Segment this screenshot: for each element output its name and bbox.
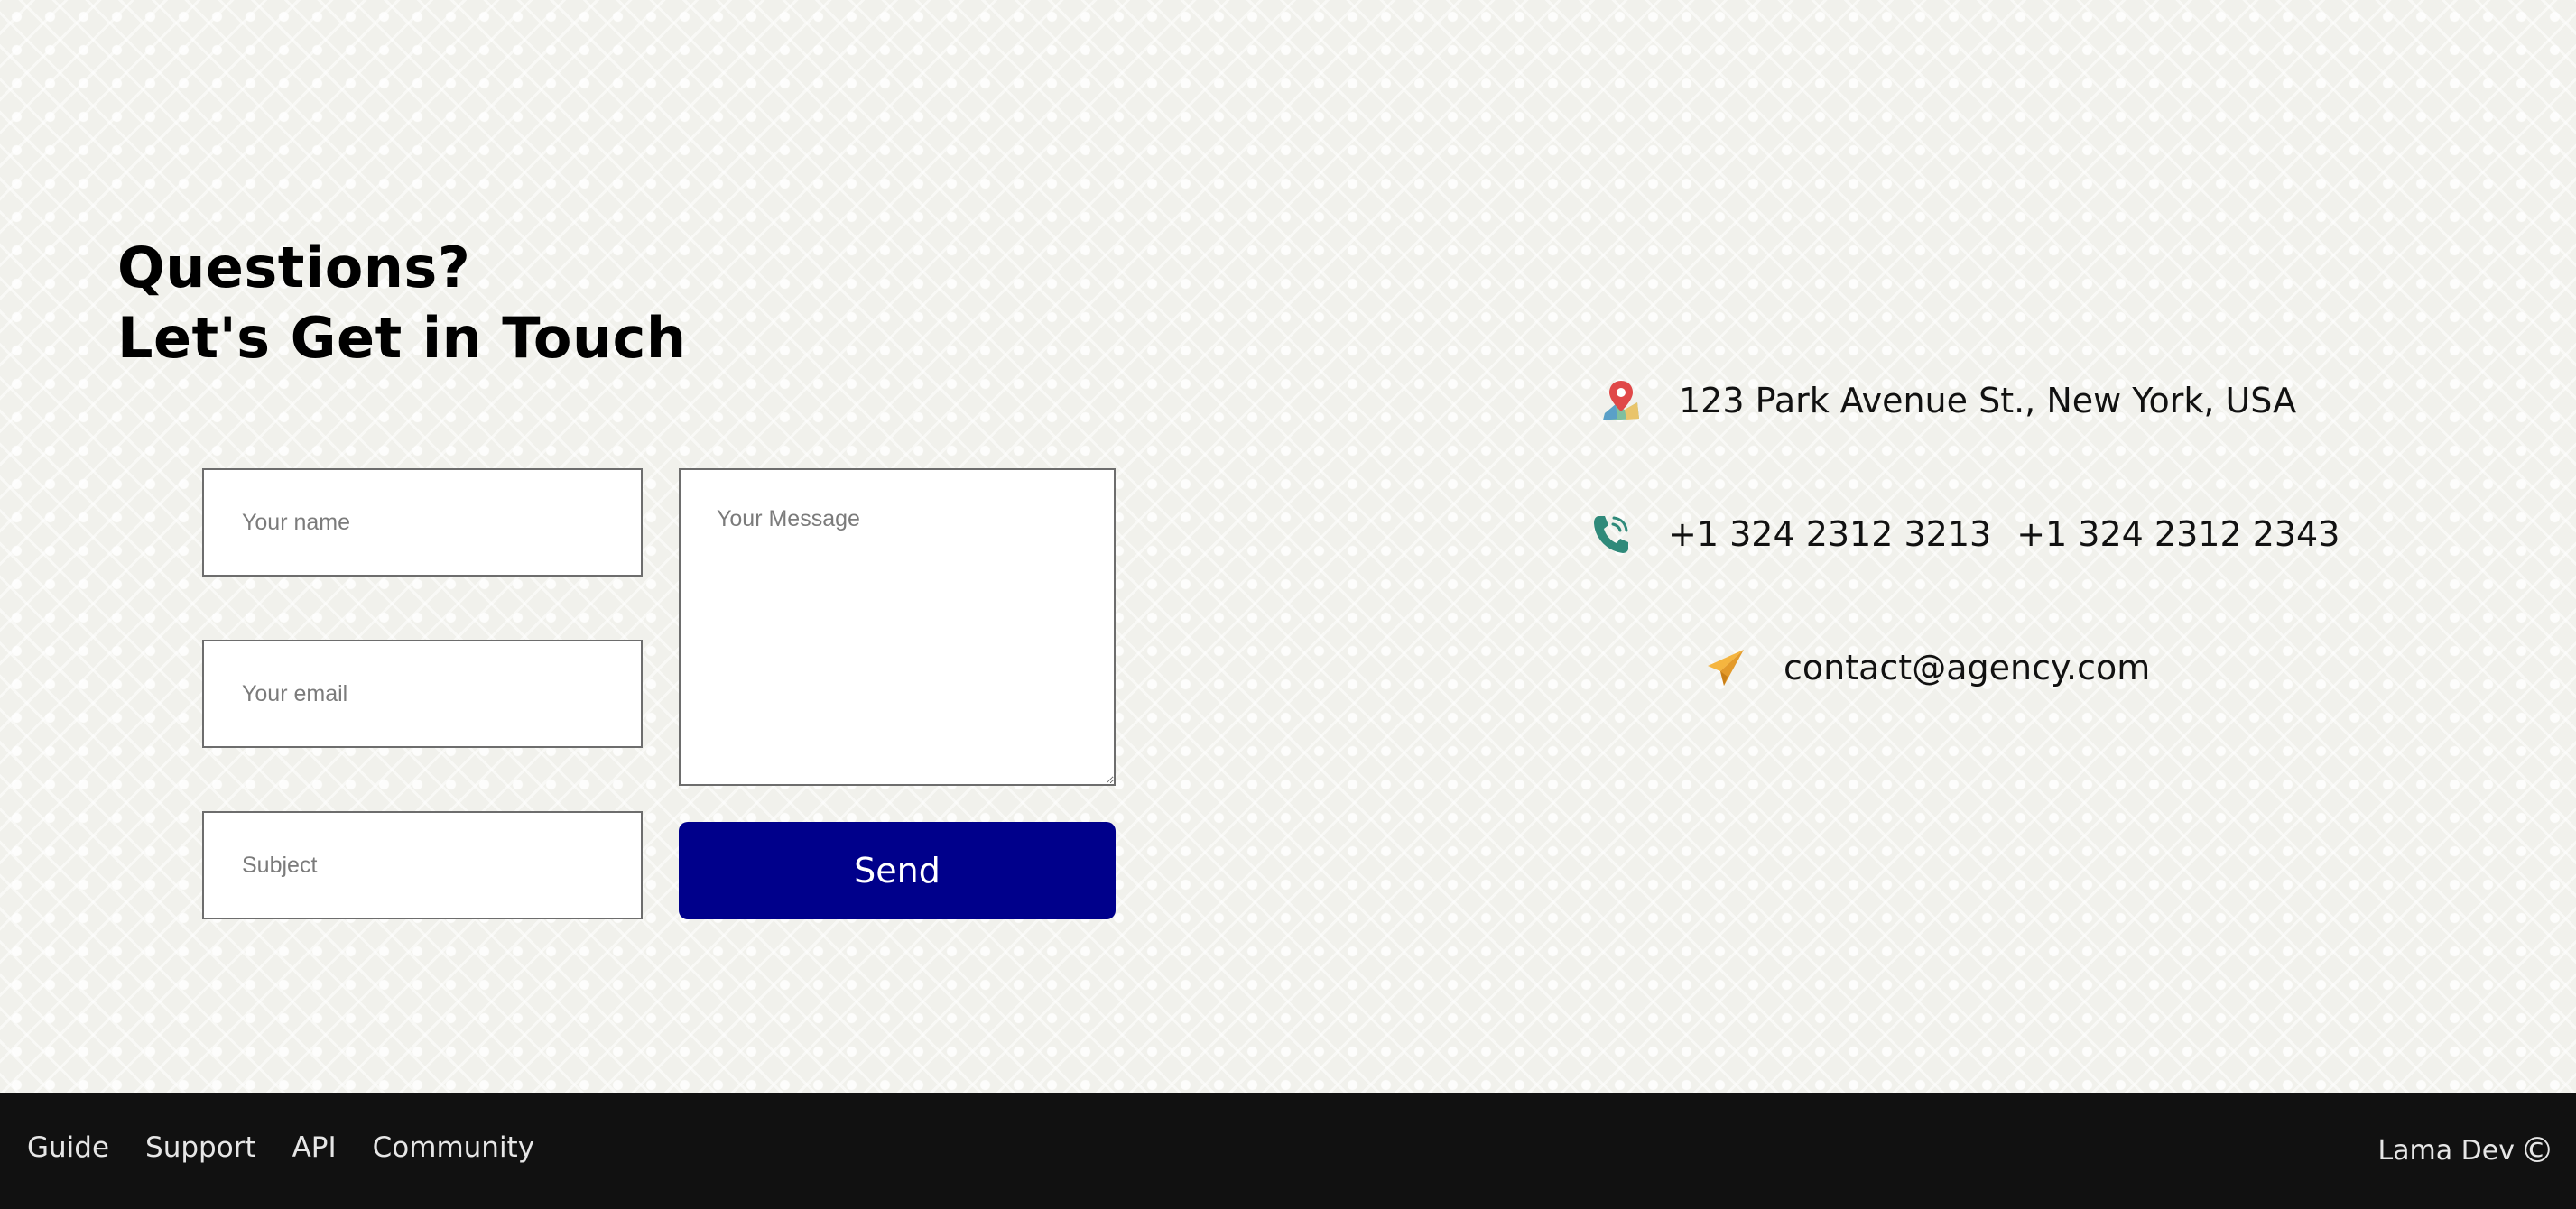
phone-row: +1 324 2312 3213 +1 324 2312 2343 <box>1589 511 2340 558</box>
phone-number-1: +1 324 2312 3213 <box>1668 514 1992 554</box>
name-input[interactable] <box>202 468 643 577</box>
email-row: contact@agency.com <box>1704 644 2150 691</box>
subject-input[interactable] <box>202 811 643 919</box>
footer-link-support[interactable]: Support <box>145 1131 256 1164</box>
page-title: Questions? Let's Get in Touch <box>117 233 686 374</box>
phone-icon <box>1589 511 1632 558</box>
copyright-text: Lama Dev <box>2377 1134 2515 1167</box>
map-pin-icon <box>1599 377 1643 424</box>
paper-plane-icon <box>1704 644 1747 691</box>
footer-link-api[interactable]: API <box>292 1131 337 1164</box>
copyright: Lama Dev © <box>2377 1093 2554 1208</box>
email-text: contact@agency.com <box>1784 648 2151 688</box>
phone-number-2: +1 324 2312 2343 <box>2016 514 2340 554</box>
footer-link-community[interactable]: Community <box>373 1131 534 1164</box>
title-line-2: Let's Get in Touch <box>117 305 687 371</box>
copyright-icon: © <box>2520 1131 2554 1170</box>
address-text: 123 Park Avenue St., New York, USA <box>1679 381 2297 420</box>
send-button[interactable]: Send <box>679 822 1116 919</box>
message-textarea[interactable] <box>679 468 1116 786</box>
footer-link-guide[interactable]: Guide <box>27 1131 109 1164</box>
footer-nav: Guide Support API Community <box>27 1093 570 1203</box>
email-input[interactable] <box>202 640 643 748</box>
title-line-1: Questions? <box>117 235 471 300</box>
contact-section: Questions? Let's Get in Touch Send 123 P… <box>0 0 2576 1093</box>
address-row: 123 Park Avenue St., New York, USA <box>1599 377 2296 424</box>
footer: Guide Support API Community Lama Dev © <box>0 1093 2576 1209</box>
